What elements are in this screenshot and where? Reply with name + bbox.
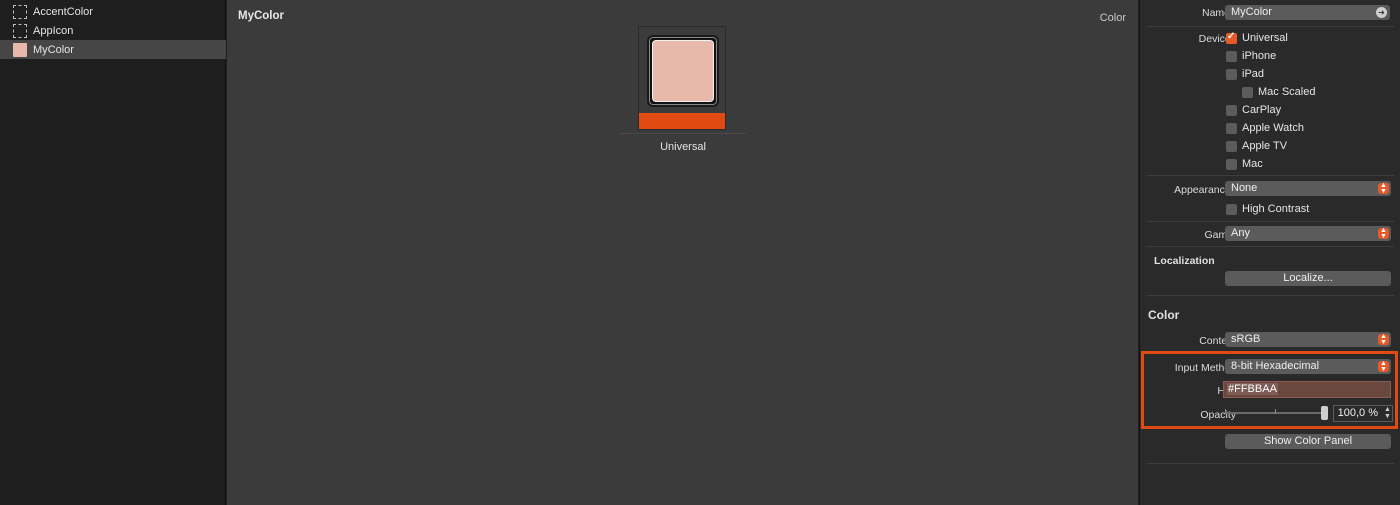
color-preview bbox=[652, 40, 714, 102]
color-well-label: Universal bbox=[660, 141, 706, 153]
content-popup[interactable]: sRGB ▲ ▼ bbox=[1225, 332, 1391, 347]
slider-tick bbox=[1275, 409, 1276, 414]
opacity-label: Opacity bbox=[1200, 409, 1236, 421]
divider bbox=[620, 133, 746, 134]
placeholder-icon bbox=[13, 4, 27, 19]
slider-tick bbox=[1225, 409, 1226, 414]
localize-button[interactable]: Localize... bbox=[1225, 271, 1391, 286]
divider bbox=[1147, 295, 1394, 296]
checkbox-mac[interactable]: Mac bbox=[1226, 157, 1263, 171]
content-label: Content bbox=[1199, 335, 1236, 347]
checkbox-universal[interactable]: Universal bbox=[1226, 31, 1288, 45]
asset-list: AccentColor AppIcon MyColor bbox=[0, 0, 226, 505]
stepper-arrows-icon[interactable]: ▲ ▼ bbox=[1383, 406, 1392, 421]
input-method-label: Input Method bbox=[1174, 362, 1236, 374]
show-color-panel-button[interactable]: Show Color Panel bbox=[1225, 434, 1391, 449]
appearances-value: None bbox=[1231, 182, 1258, 194]
divider bbox=[1147, 175, 1394, 176]
asset-item-label: AppIcon bbox=[33, 24, 74, 37]
checkbox-mac-scaled[interactable]: Mac Scaled bbox=[1242, 85, 1315, 99]
appearances-label: Appearances bbox=[1174, 184, 1236, 196]
checkbox-icon bbox=[1226, 122, 1237, 134]
checkbox-icon bbox=[1226, 50, 1237, 62]
asset-item-mycolor[interactable]: MyColor bbox=[0, 40, 226, 59]
hex-field[interactable]: #FFBBAA bbox=[1223, 381, 1391, 398]
input-method-value: 8-bit Hexadecimal bbox=[1231, 360, 1320, 372]
divider bbox=[1147, 221, 1394, 222]
checkbox-apple-watch[interactable]: Apple Watch bbox=[1226, 121, 1304, 135]
checkbox-carplay[interactable]: CarPlay bbox=[1226, 103, 1281, 117]
asset-title: MyColor bbox=[238, 10, 284, 22]
color-section-title: Color bbox=[1148, 308, 1180, 322]
checkbox-icon bbox=[1226, 104, 1237, 116]
checkbox-ipad[interactable]: iPad bbox=[1226, 67, 1264, 81]
popup-arrows-icon: ▲ ▼ bbox=[1378, 360, 1389, 373]
checkbox-icon bbox=[1226, 158, 1237, 170]
hex-field-value: #FFBBAA bbox=[1227, 383, 1278, 395]
asset-kind: Color bbox=[1099, 12, 1126, 24]
asset-item-label: AccentColor bbox=[33, 5, 93, 18]
name-label: Name bbox=[1201, 7, 1230, 19]
placeholder-icon bbox=[13, 23, 27, 38]
checkbox-icon bbox=[1226, 203, 1237, 215]
divider bbox=[1147, 246, 1394, 247]
opacity-value: 100,0 % bbox=[1337, 407, 1378, 419]
devices-label: Devices bbox=[1198, 33, 1236, 45]
color-preview-frame bbox=[647, 35, 719, 107]
checkbox-high-contrast[interactable]: High Contrast bbox=[1226, 202, 1309, 216]
color-swatch-icon bbox=[13, 42, 27, 57]
checkbox-iphone[interactable]: iPhone bbox=[1226, 49, 1276, 63]
name-field[interactable]: MyColor ➜ bbox=[1225, 5, 1390, 20]
divider bbox=[1147, 26, 1394, 27]
checkbox-icon bbox=[1226, 68, 1237, 80]
asset-item-accentcolor[interactable]: AccentColor bbox=[0, 2, 226, 21]
opacity-slider-knob[interactable] bbox=[1321, 406, 1328, 420]
checkbox-icon bbox=[1226, 140, 1237, 152]
arrow-right-circle-icon[interactable]: ➜ bbox=[1376, 7, 1387, 18]
popup-arrows-icon: ▲ ▼ bbox=[1378, 333, 1389, 346]
checkbox-checked-icon bbox=[1226, 31, 1237, 44]
asset-item-label: MyColor bbox=[33, 43, 74, 56]
gamut-label: Gamut bbox=[1204, 229, 1236, 241]
color-well[interactable] bbox=[638, 26, 726, 130]
divider bbox=[1147, 463, 1394, 464]
popup-arrows-icon: ▲ ▼ bbox=[1378, 182, 1389, 195]
opacity-slider[interactable] bbox=[1225, 412, 1328, 414]
attributes-inspector: Name MyColor ➜ Devices Universal iPhone … bbox=[1139, 0, 1400, 505]
checkbox-apple-tv[interactable]: Apple TV bbox=[1226, 139, 1287, 153]
gamut-popup[interactable]: Any ▲ ▼ bbox=[1225, 226, 1391, 241]
selection-bar bbox=[639, 113, 725, 129]
asset-item-appicon[interactable]: AppIcon bbox=[0, 21, 226, 40]
name-field-value: MyColor bbox=[1231, 6, 1272, 18]
input-method-popup[interactable]: 8-bit Hexadecimal ▲ ▼ bbox=[1225, 359, 1391, 374]
content-value: sRGB bbox=[1231, 333, 1261, 345]
localization-title: Localization bbox=[1154, 255, 1215, 267]
popup-arrows-icon: ▲ ▼ bbox=[1378, 227, 1389, 240]
gamut-value: Any bbox=[1231, 227, 1250, 239]
asset-editor: MyColor Color Universal bbox=[227, 0, 1138, 505]
appearances-popup[interactable]: None ▲ ▼ bbox=[1225, 181, 1391, 196]
checkbox-icon bbox=[1242, 86, 1253, 98]
